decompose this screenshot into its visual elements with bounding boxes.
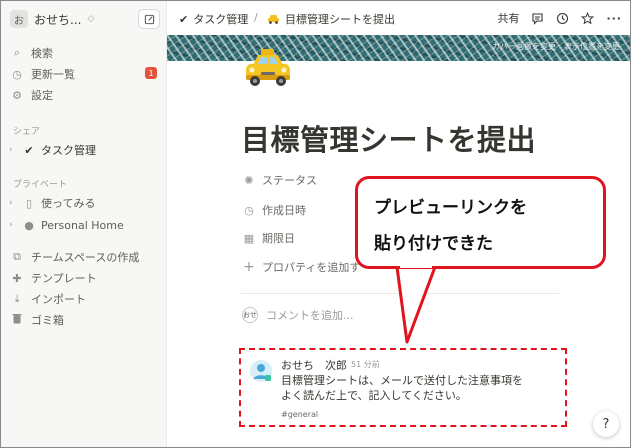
share-section-header: シェア [13,127,41,137]
sidebar-item-create-teamspace[interactable]: ⧉ チームスペースの作成 [9,247,159,267]
callout-text: プレビューリンクを 貼り付けできた [374,190,527,262]
more-options-icon[interactable]: ··· [606,12,622,25]
star-icon[interactable] [581,11,595,25]
help-button[interactable]: ? [593,411,619,437]
sidebar-item-label: 検索 [31,47,53,60]
checkmark-icon: ✔ [24,143,34,157]
search-icon: ⌕ [13,46,21,59]
sidebar-page-task-management[interactable]: › ✔ タスク管理 [9,140,159,160]
share-button[interactable]: 共有 [497,10,519,26]
sidebar-page-label: Personal Home [41,218,124,232]
preview-timestamp: 51 分前 [351,360,380,369]
checkmark-icon: ✔ [179,12,189,26]
comment-avatar: おせ [242,307,258,323]
breadcrumb-current-label: 目標管理シートを提出 [285,13,395,26]
breadcrumb-separator: / [254,11,258,24]
gear-icon: ⚙ [12,88,22,102]
comment-input[interactable]: コメントを追加... [266,307,354,323]
teamspace-icon: ⧉ [13,250,21,263]
breadcrumb-parent[interactable]: ✔ タスク管理 [179,11,248,27]
chevron-updown-icon: ◇ [87,14,95,24]
clock-icon: ◷ [12,67,22,81]
user-avatar-icon [250,360,272,382]
workspace-name: おせち... [34,12,82,27]
calendar-icon: ▦ [243,231,255,245]
compose-icon [144,14,154,24]
cover-actions[interactable]: カバー画像を変更 表示位置を変更 [492,41,620,52]
sidebar-page-personal-home[interactable]: › ● Personal Home [9,215,159,235]
sidebar: お おせち... ◇ ⌕ 検索 ◷ 更新一覧 1 ⚙ 設定 シェア › ✔ タス… [1,1,167,447]
taxi-icon [268,15,279,24]
sidebar-item-import[interactable]: ⤓ インポート [9,289,159,309]
history-clock-icon[interactable] [556,12,569,25]
sidebar-item-label: ゴミ箱 [31,314,64,327]
sidebar-page-label: タスク管理 [41,144,96,157]
document-icon: ▯ [25,196,33,210]
topbar: ✔ タスク管理 / 目標管理シートを提出 共有 ··· [167,1,630,35]
property-label: プロパティを追加す [262,261,361,274]
sidebar-item-updates[interactable]: ◷ 更新一覧 1 [9,64,159,84]
comment-icon[interactable] [531,12,544,25]
sidebar-page-label: 使ってみる [41,197,96,210]
link-preview-card[interactable]: おせち 次郎 51 分前 目標管理シートは、メールで送付した注意事項を よく読ん… [239,348,567,427]
workspace-switcher[interactable]: お おせち... ◇ [10,8,160,30]
sidebar-item-trash[interactable]: ゴミ箱 [9,310,159,330]
breadcrumb-parent-label: タスク管理 [193,13,249,26]
preview-channel-tag: #general [281,410,319,419]
topbar-actions: 共有 ··· [497,10,622,26]
property-label: 作成日時 [262,204,306,217]
sidebar-item-label: 設定 [31,89,53,102]
sidebar-item-templates[interactable]: ✚ テンプレート [9,268,159,288]
chevron-right-icon[interactable]: › [9,220,19,230]
person-icon: ● [24,218,34,232]
sidebar-item-label: インポート [31,293,86,306]
page-cover: カバー画像を変更 表示位置を変更 [167,35,630,61]
import-icon: ⤓ [14,292,20,305]
annotation-callout: プレビューリンクを 貼り付けできた [355,176,606,269]
sidebar-item-label: 更新一覧 [31,68,75,81]
workspace-avatar: お [10,10,28,28]
sidebar-item-settings[interactable]: ⚙ 設定 [9,85,159,105]
preview-author: おせち 次郎 [281,359,347,372]
breadcrumb-current[interactable]: 目標管理シートを提出 [267,11,395,27]
taxi-page-icon[interactable] [241,43,295,91]
app-window: お おせち... ◇ ⌕ 検索 ◷ 更新一覧 1 ⚙ 設定 シェア › ✔ タス… [0,0,631,448]
add-comment-row[interactable]: おせ コメントを追加... [242,307,354,323]
chevron-right-icon[interactable]: › [9,198,19,208]
sidebar-item-search[interactable]: ⌕ 検索 [9,43,159,63]
page-title[interactable]: 目標管理シートを提出 [241,117,536,159]
new-page-button[interactable] [138,9,160,29]
preview-message: 目標管理シートは、メールで送付した注意事項を よく読んだ上で、記入してください。 [281,374,523,402]
chevron-right-icon[interactable]: › [9,145,19,155]
calendar-clock-icon: ◷ [244,203,254,217]
trash-icon [9,313,25,327]
private-section-header: プライベート [13,180,68,190]
callout-line-1: プレビューリンクを [374,198,527,218]
updates-badge: 1 [145,67,157,79]
property-label: 期限日 [262,232,295,245]
sidebar-page-getting-started[interactable]: › ▯ 使ってみる [9,193,159,213]
callout-line-2: 貼り付けできた [374,234,493,254]
divider [241,293,559,294]
template-icon: ✚ [12,271,22,285]
property-label: ステータス [262,174,317,187]
sidebar-item-label: テンプレート [31,272,97,285]
sidebar-item-label: チームスペースの作成 [31,251,140,264]
status-icon: ✺ [244,173,254,187]
plus-icon: + [243,259,255,275]
